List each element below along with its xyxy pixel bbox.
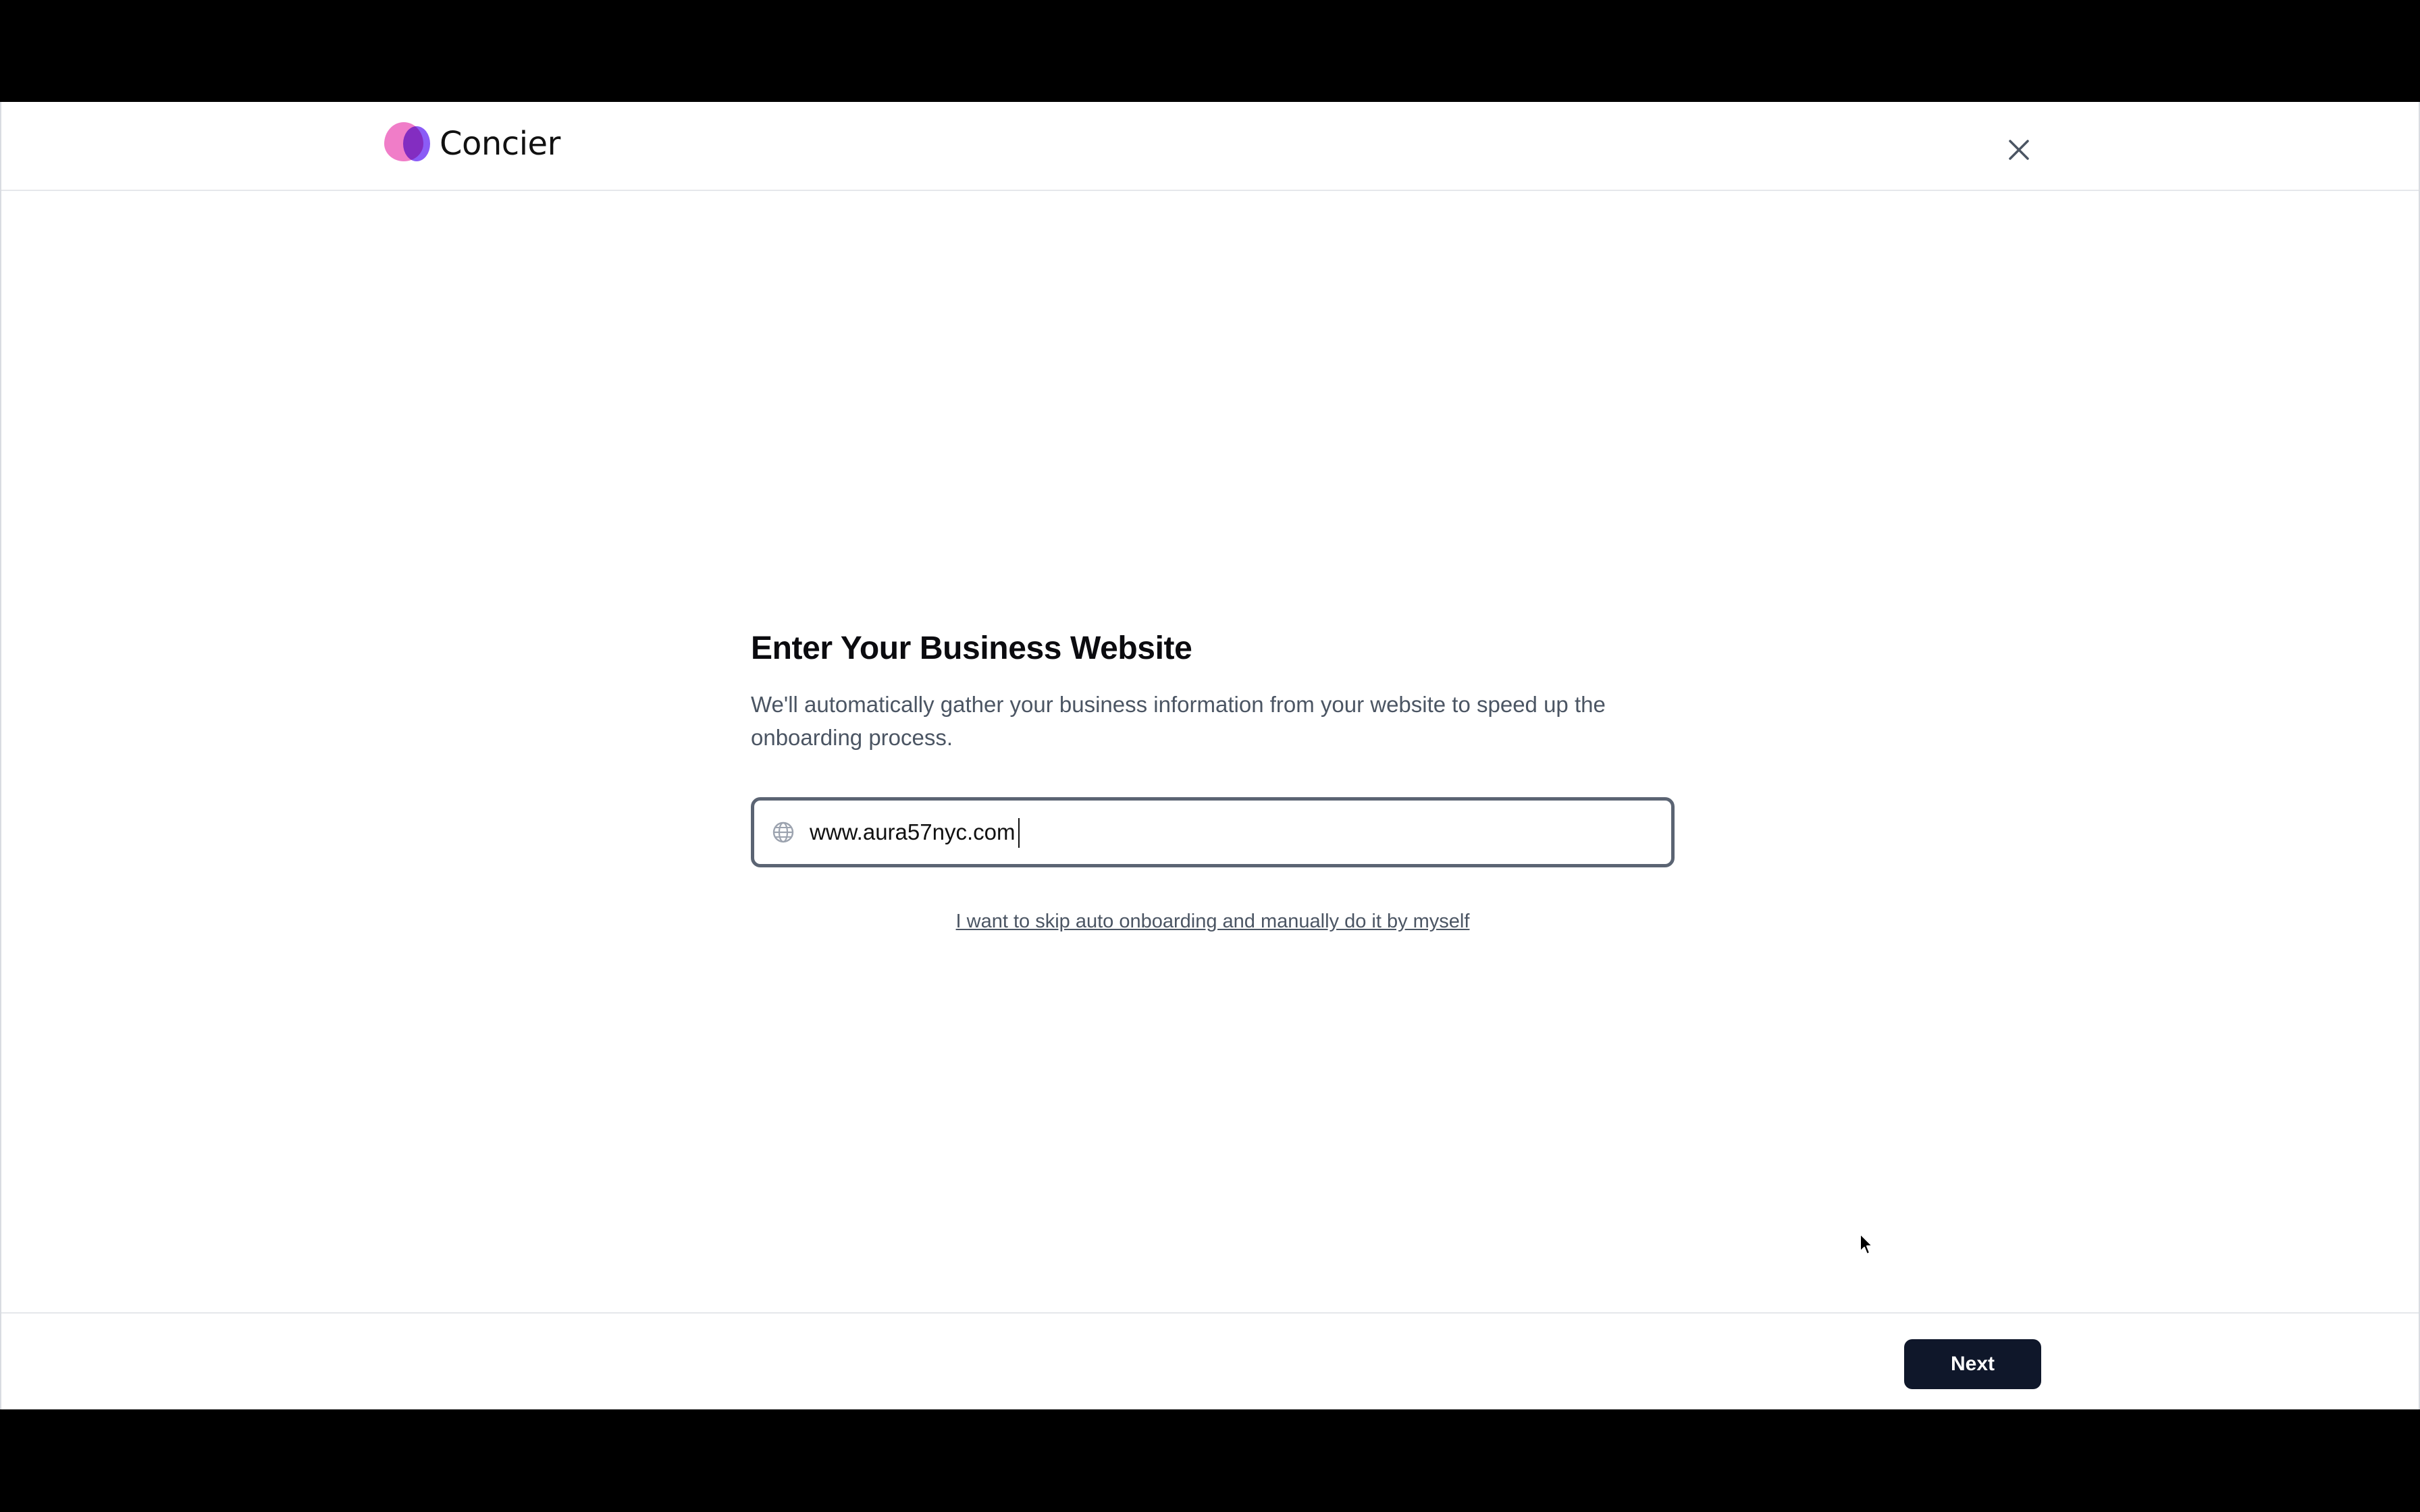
footer-bar: Next: [1, 1312, 2419, 1409]
skip-auto-onboarding-link[interactable]: I want to skip auto onboarding and manua…: [751, 911, 1675, 933]
mouse-pointer-icon: [1860, 1233, 1873, 1255]
globe-icon: [772, 821, 794, 843]
page-title: Enter Your Business Website: [751, 630, 1192, 666]
website-input[interactable]: [810, 819, 1620, 845]
close-icon: [2009, 140, 2029, 160]
page-description: We'll automatically gather your business…: [751, 692, 1606, 750]
logo-purple-shape: [403, 126, 430, 161]
next-button[interactable]: Next: [1904, 1339, 2041, 1389]
brand-logo[interactable]: Concier: [384, 122, 560, 165]
website-field[interactable]: [751, 797, 1675, 867]
website-step: Enter Your Business Website We'll automa…: [751, 627, 1675, 933]
onboarding-window: Concier Enter Your Business Website We'l…: [0, 102, 2420, 1409]
heart-logo-icon: [384, 122, 434, 165]
close-button[interactable]: [2002, 133, 2036, 167]
brand-name: Concier: [440, 125, 560, 163]
text-caret: [1018, 818, 1020, 848]
top-bar: Concier: [1, 102, 2419, 191]
screen: Concier Enter Your Business Website We'l…: [0, 0, 2420, 1512]
